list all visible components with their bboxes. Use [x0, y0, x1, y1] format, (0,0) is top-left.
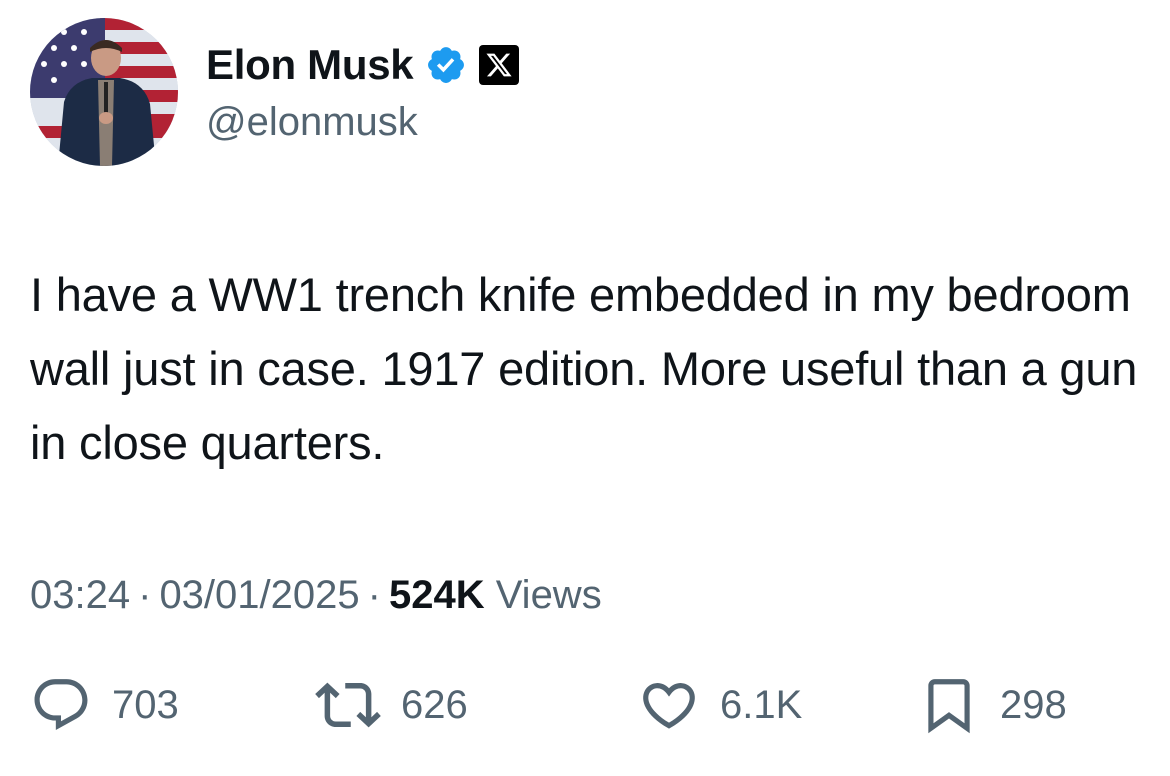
retweet-button[interactable]: 626 — [315, 670, 468, 740]
author-display-name[interactable]: Elon Musk — [206, 44, 414, 86]
like-count: 6.1K — [720, 683, 803, 727]
avatar[interactable] — [30, 18, 178, 166]
reply-button[interactable]: 703 — [30, 670, 179, 740]
views-count[interactable]: 524K — [389, 573, 485, 617]
bookmark-icon — [918, 674, 980, 736]
bookmark-count: 298 — [1000, 683, 1067, 727]
bookmark-button[interactable]: 298 — [918, 670, 1067, 740]
like-button[interactable]: 6.1K — [638, 670, 802, 740]
tweet-date[interactable]: 03/01/2025 — [159, 573, 359, 617]
reply-count: 703 — [112, 683, 179, 727]
meta-separator: · — [367, 573, 381, 617]
heart-icon — [638, 674, 700, 736]
author-handle[interactable]: @elonmusk — [206, 100, 418, 144]
avatar-image — [30, 18, 178, 166]
retweet-icon — [315, 672, 381, 738]
tweet-text: I have a WW1 trench knife embedded in my… — [30, 268, 1138, 469]
author-name-row: Elon Musk — [206, 38, 520, 92]
tweet-time[interactable]: 03:24 — [30, 573, 130, 617]
views-label[interactable]: Views — [496, 573, 602, 617]
tweet-meta: 03:24 · 03/01/2025 · 524K Views — [30, 568, 602, 622]
x-logo-icon[interactable] — [479, 45, 520, 85]
retweet-count: 626 — [401, 683, 468, 727]
tweet-card: Elon Musk @elonmusk I have a WW1 trench … — [0, 0, 1170, 776]
verified-icon[interactable] — [425, 44, 467, 86]
reply-icon — [30, 674, 92, 736]
meta-separator: · — [138, 573, 152, 617]
tweet-actions: 703 626 6.1K 298 — [30, 670, 1140, 740]
